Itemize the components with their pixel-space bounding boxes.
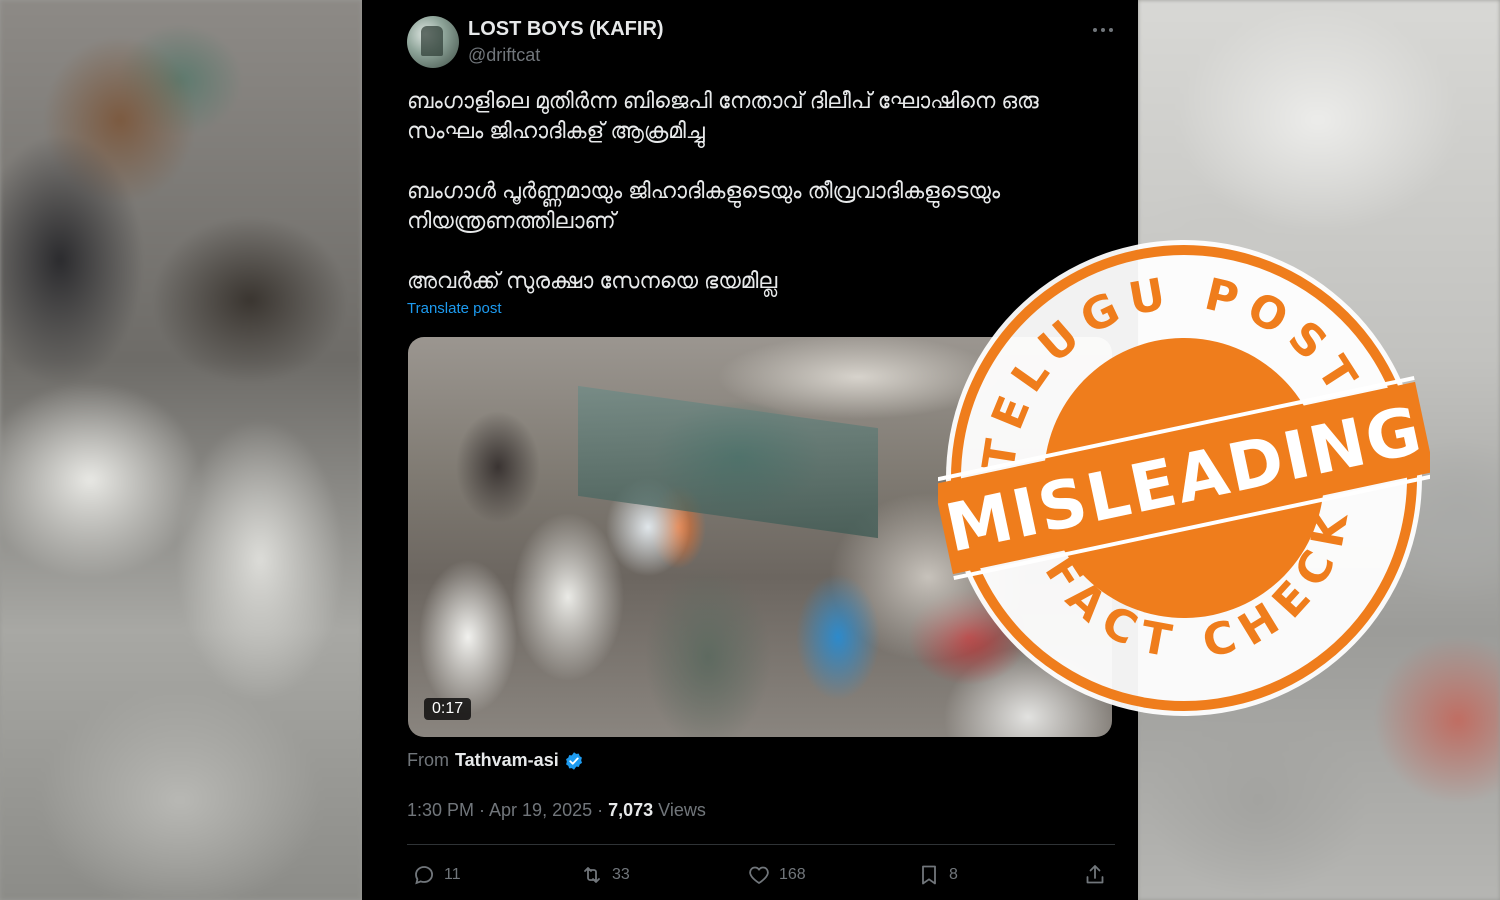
source-user-link[interactable]: Tathvam-asi [455,750,559,771]
bookmark-button[interactable]: 8 [917,860,958,890]
avatar[interactable] [407,16,459,68]
views-label: Views [653,800,706,820]
reply-button[interactable]: 11 [412,860,461,890]
repost-button[interactable]: 33 [580,860,630,890]
fact-check-stamp: TELUGU POST FACT CHECK MISLEADING [938,236,1430,716]
more-horizontal-icon[interactable] [1090,20,1116,40]
repost-count: 33 [612,866,630,883]
views-count: 7,073 [608,800,654,820]
translate-post-link[interactable]: Translate post [407,300,502,317]
share-button[interactable] [1083,860,1115,890]
timestamp[interactable]: 1:30 PM · Apr 19, 2025 · [407,800,608,820]
heart-icon [749,866,769,884]
stamp-circle: TELUGU POST FACT CHECK MISLEADING [938,236,1430,716]
reply-count: 11 [444,866,461,883]
divider [407,844,1115,845]
share-icon [1086,865,1104,884]
user-handle[interactable]: @driftcat [468,45,540,66]
like-count: 168 [779,866,806,883]
reply-icon [415,866,434,885]
tweet-actions: 11 33 168 8 [407,860,1107,890]
bookmark-icon [922,865,936,885]
repost-icon [584,867,600,883]
verified-badge-icon [565,751,582,770]
tweet-paragraph: ബംഗാൾ പൂർണ്ണമായും ജിഹാദികളുടെയും തീവ്രവാ… [407,178,1001,233]
display-name[interactable]: LOST BOYS (KAFIR) [468,18,664,41]
from-label: From [407,750,449,770]
video-source: From Tathvam-asi [407,750,584,771]
video-duration: 0:17 [424,698,472,720]
bookmark-count: 8 [949,866,958,883]
background-photo-left [0,0,362,900]
tweet-meta: 1:30 PM · Apr 19, 2025 · 7,073 Views [407,800,706,821]
like-button[interactable]: 168 [747,860,806,890]
tweet-paragraph: ബംഗാളിലെ മുതിർന്ന ബിജെപി നേതാവ് ദിലീപ് ഘ… [407,88,1039,143]
